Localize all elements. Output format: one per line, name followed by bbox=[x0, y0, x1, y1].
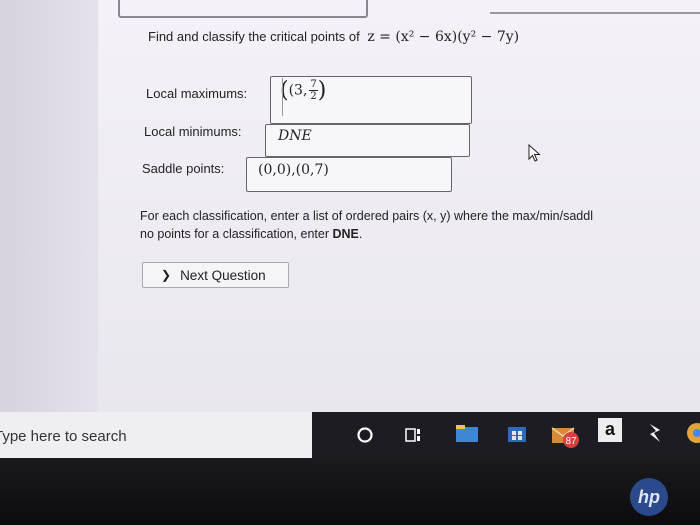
content-area bbox=[98, 0, 700, 412]
saddle-label: Saddle points: bbox=[142, 161, 225, 176]
next-question-button[interactable]: ❯ Next Question bbox=[142, 262, 289, 288]
question-prefix: Find and classify the critical points of bbox=[148, 29, 360, 44]
store-icon[interactable] bbox=[506, 422, 528, 444]
left-panel bbox=[0, 0, 98, 412]
question-text: Find and classify the critical points of… bbox=[148, 29, 519, 45]
task-view-icon[interactable] bbox=[404, 426, 424, 444]
file-explorer-icon[interactable] bbox=[455, 424, 479, 444]
mail-badge-count: 87 bbox=[565, 436, 577, 447]
saddle-value: (0,0),(0,7) bbox=[258, 162, 329, 178]
hp-logo: hp bbox=[630, 478, 668, 516]
top-input-stub bbox=[118, 0, 368, 18]
amazon-icon[interactable]: a bbox=[598, 418, 622, 442]
question-equation: z = (x² − 6x)(y² − 7y) bbox=[367, 29, 520, 45]
local-min-label: Local minimums: bbox=[144, 124, 242, 139]
instructions-line1: For each classification, enter a list of… bbox=[140, 209, 593, 223]
sticky-app-icon[interactable] bbox=[646, 422, 664, 444]
laptop-bezel bbox=[0, 458, 700, 525]
next-question-label: Next Question bbox=[180, 267, 266, 283]
screen: Find and classify the critical points of… bbox=[0, 0, 700, 412]
local-max-value: ((3, 7 2) bbox=[280, 78, 327, 103]
taskbar-search-placeholder: Type here to search bbox=[0, 428, 127, 445]
chrome-partial-icon[interactable] bbox=[684, 420, 700, 446]
mouse-cursor-icon bbox=[528, 144, 541, 162]
instructions-line2: no points for a classification, enter DN… bbox=[140, 227, 363, 241]
mail-icon[interactable]: 87 bbox=[550, 420, 584, 452]
cortana-icon[interactable] bbox=[356, 426, 374, 444]
chevron-right-icon: ❯ bbox=[161, 268, 172, 282]
local-min-value: DNE bbox=[278, 128, 312, 144]
local-max-inner-border bbox=[282, 78, 283, 116]
local-max-label: Local maximums: bbox=[146, 86, 248, 101]
instructions: For each classification, enter a list of… bbox=[140, 207, 593, 243]
top-divider bbox=[490, 12, 700, 14]
